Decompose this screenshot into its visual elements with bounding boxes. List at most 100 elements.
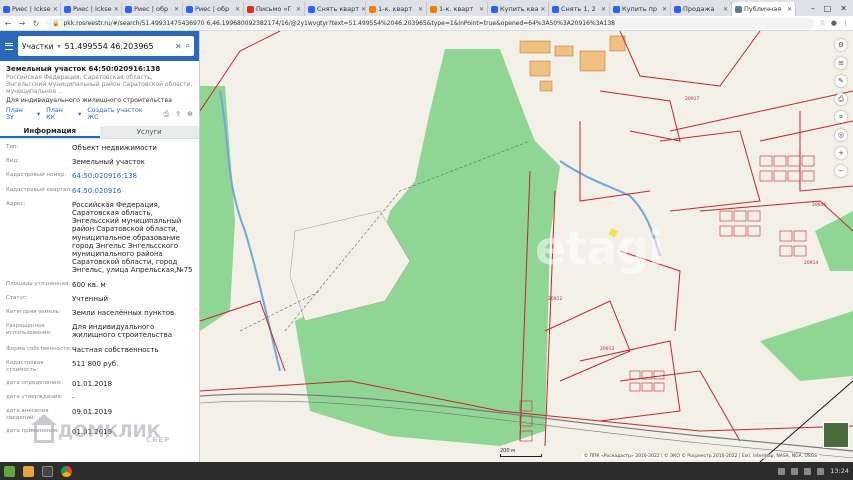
browser-tab[interactable]: Риес | обр ✕: [183, 2, 244, 16]
green-zone-right: [760, 311, 853, 381]
tab-close-icon[interactable]: ✕: [418, 6, 423, 13]
start-menu-icon[interactable]: [4, 465, 15, 477]
forward-icon[interactable]: →: [18, 19, 26, 28]
minimize-icon[interactable]: –: [811, 4, 815, 13]
tab-close-icon[interactable]: ✕: [723, 6, 728, 13]
property-value: Для индивидуального жилищного строительс…: [72, 323, 173, 340]
battery-icon[interactable]: [804, 467, 812, 475]
back-icon[interactable]: ←: [4, 19, 12, 28]
volume-icon[interactable]: [791, 467, 799, 475]
property-key: Категория земель:: [6, 309, 61, 316]
buildings-top: [519, 35, 626, 92]
property-key: Кадастровый номер:: [6, 172, 67, 179]
property-value[interactable]: 64:50:020916: [72, 187, 193, 195]
measure-icon[interactable]: ✎: [835, 75, 847, 87]
tab-favicon-icon: [64, 5, 71, 13]
file-manager-icon[interactable]: [23, 465, 34, 477]
property-value: Земельный участок: [72, 158, 145, 167]
browser-tab[interactable]: Продажа ✕: [671, 2, 732, 16]
layers-icon[interactable]: ≡: [835, 57, 847, 69]
browser-tab[interactable]: Риес | Ickse ✕: [61, 2, 122, 16]
hamburger-icon[interactable]: [5, 42, 13, 50]
search-type-select[interactable]: Участки: [22, 42, 54, 51]
browser-tab[interactable]: Публичная ✕: [732, 2, 796, 16]
keyboard-layout-icon[interactable]: [817, 467, 825, 475]
location-icon[interactable]: ◎: [835, 129, 847, 141]
property-key: Форма собственности:: [6, 345, 72, 352]
tab-favicon-icon: [735, 5, 742, 13]
search-box[interactable]: Участки ▾ 51.499554 46.203965 ✕ ⌕: [18, 36, 194, 56]
green-zone-left: [200, 86, 235, 331]
tab-services[interactable]: Услуги: [99, 126, 199, 138]
house-logo-icon: [31, 414, 57, 443]
property-row: Кадастровый квартал: 64:50:020916: [0, 184, 199, 198]
tab-close-icon[interactable]: ✕: [540, 6, 545, 13]
tab-info[interactable]: Информация: [0, 126, 100, 138]
browser-tab[interactable]: 1-к. кварт ✕: [366, 2, 427, 16]
tab-close-icon[interactable]: ✕: [787, 6, 792, 13]
cadastral-map[interactable]: 20917 20912 20913 20916 20914 etagi ⚙ ≡ …: [200, 31, 853, 462]
search-icon[interactable]: ⌕: [186, 41, 190, 51]
property-key: Адрес:: [6, 200, 26, 207]
property-key: Статус:: [6, 294, 28, 301]
basemap-switcher[interactable]: [823, 422, 849, 448]
chrome-icon[interactable]: [61, 465, 72, 477]
print-icon[interactable]: ⎙: [164, 110, 170, 119]
green-zone-right2: [815, 211, 853, 271]
map-canvas[interactable]: [200, 31, 853, 462]
browser-tab[interactable]: Купить пр ✕: [610, 2, 671, 16]
settings-icon[interactable]: ⚙: [835, 39, 847, 51]
chevron-down-icon[interactable]: ▾: [78, 111, 81, 118]
tab-label: Риес | обр: [134, 5, 169, 13]
tab-close-icon[interactable]: ✕: [114, 6, 119, 13]
link-create-parcel[interactable]: Создать участок ЖС: [87, 107, 151, 121]
maximize-icon[interactable]: □: [824, 4, 832, 13]
tab-label: Снять 1, 2: [561, 5, 596, 13]
browser-tab[interactable]: Письмо «Г ✕: [244, 2, 305, 16]
property-row: Тип: Объект недвижимости: [0, 141, 199, 155]
property-row: Адрес: Российская Федерация, Саратовская …: [0, 198, 199, 278]
terminal-icon[interactable]: [42, 465, 53, 477]
browser-tab[interactable]: Снять кварт ✕: [305, 2, 366, 16]
tab-close-icon[interactable]: ✕: [601, 6, 606, 13]
tab-close-icon[interactable]: ✕: [296, 6, 301, 13]
browser-tab[interactable]: 1-к. кварт ✕: [427, 2, 488, 16]
tab-close-icon[interactable]: ✕: [174, 6, 179, 13]
browser-tab[interactable]: Снять 1, 2 ✕: [549, 2, 610, 16]
close-window-icon[interactable]: ✕: [840, 4, 847, 13]
tab-close-icon[interactable]: ✕: [53, 6, 58, 13]
reload-icon[interactable]: ↻: [32, 19, 40, 28]
zoom-in-icon[interactable]: +: [835, 147, 847, 159]
browser-tab[interactable]: Риес | обр ✕: [122, 2, 183, 16]
etagi-watermark: etagi: [535, 221, 664, 275]
share-icon[interactable]: ⇪: [175, 110, 181, 118]
chevron-down-icon[interactable]: ▾: [37, 111, 40, 118]
tab-favicon-icon: [491, 5, 498, 13]
property-row: дата определения: 01.01.2018: [0, 377, 199, 391]
browser-tab[interactable]: Риес | Ickse ✕: [0, 2, 61, 16]
network-icon[interactable]: [778, 467, 786, 475]
zoom-out-icon[interactable]: −: [835, 165, 847, 177]
property-key: дата определения:: [6, 379, 62, 386]
url-field[interactable]: 🔒 pkk.rosreestr.ru/#/search/51.499314754…: [46, 17, 814, 29]
ruler-icon[interactable]: ⌗: [835, 111, 847, 123]
link-plan-kk[interactable]: План КК: [46, 107, 72, 121]
parcel-title: Земельный участок 64:50:020916:138: [6, 65, 161, 73]
profile-icon[interactable]: ●: [831, 19, 837, 27]
search-input[interactable]: 51.499554 46.203965: [65, 42, 171, 51]
tab-favicon-icon: [674, 5, 681, 13]
tab-close-icon[interactable]: ✕: [662, 6, 667, 13]
browser-tab[interactable]: Купить ква ✕: [488, 2, 549, 16]
print-map-icon[interactable]: ⎙: [835, 93, 847, 105]
clock[interactable]: 13:24: [830, 467, 849, 475]
os-taskbar: 13:24: [0, 462, 853, 480]
clear-icon[interactable]: ✕: [175, 42, 182, 51]
link-plan-zu[interactable]: План ЗУ: [6, 107, 31, 121]
tab-close-icon[interactable]: ✕: [235, 6, 240, 13]
chevron-down-icon[interactable]: ▾: [58, 43, 61, 50]
zoom-to-icon[interactable]: ⊕: [187, 110, 193, 118]
star-icon[interactable]: ☆: [820, 19, 826, 27]
tab-close-icon[interactable]: ✕: [479, 6, 484, 13]
property-value[interactable]: 64:50:020916:138: [72, 172, 193, 180]
kebab-menu-icon[interactable]: ⋮: [842, 19, 849, 27]
